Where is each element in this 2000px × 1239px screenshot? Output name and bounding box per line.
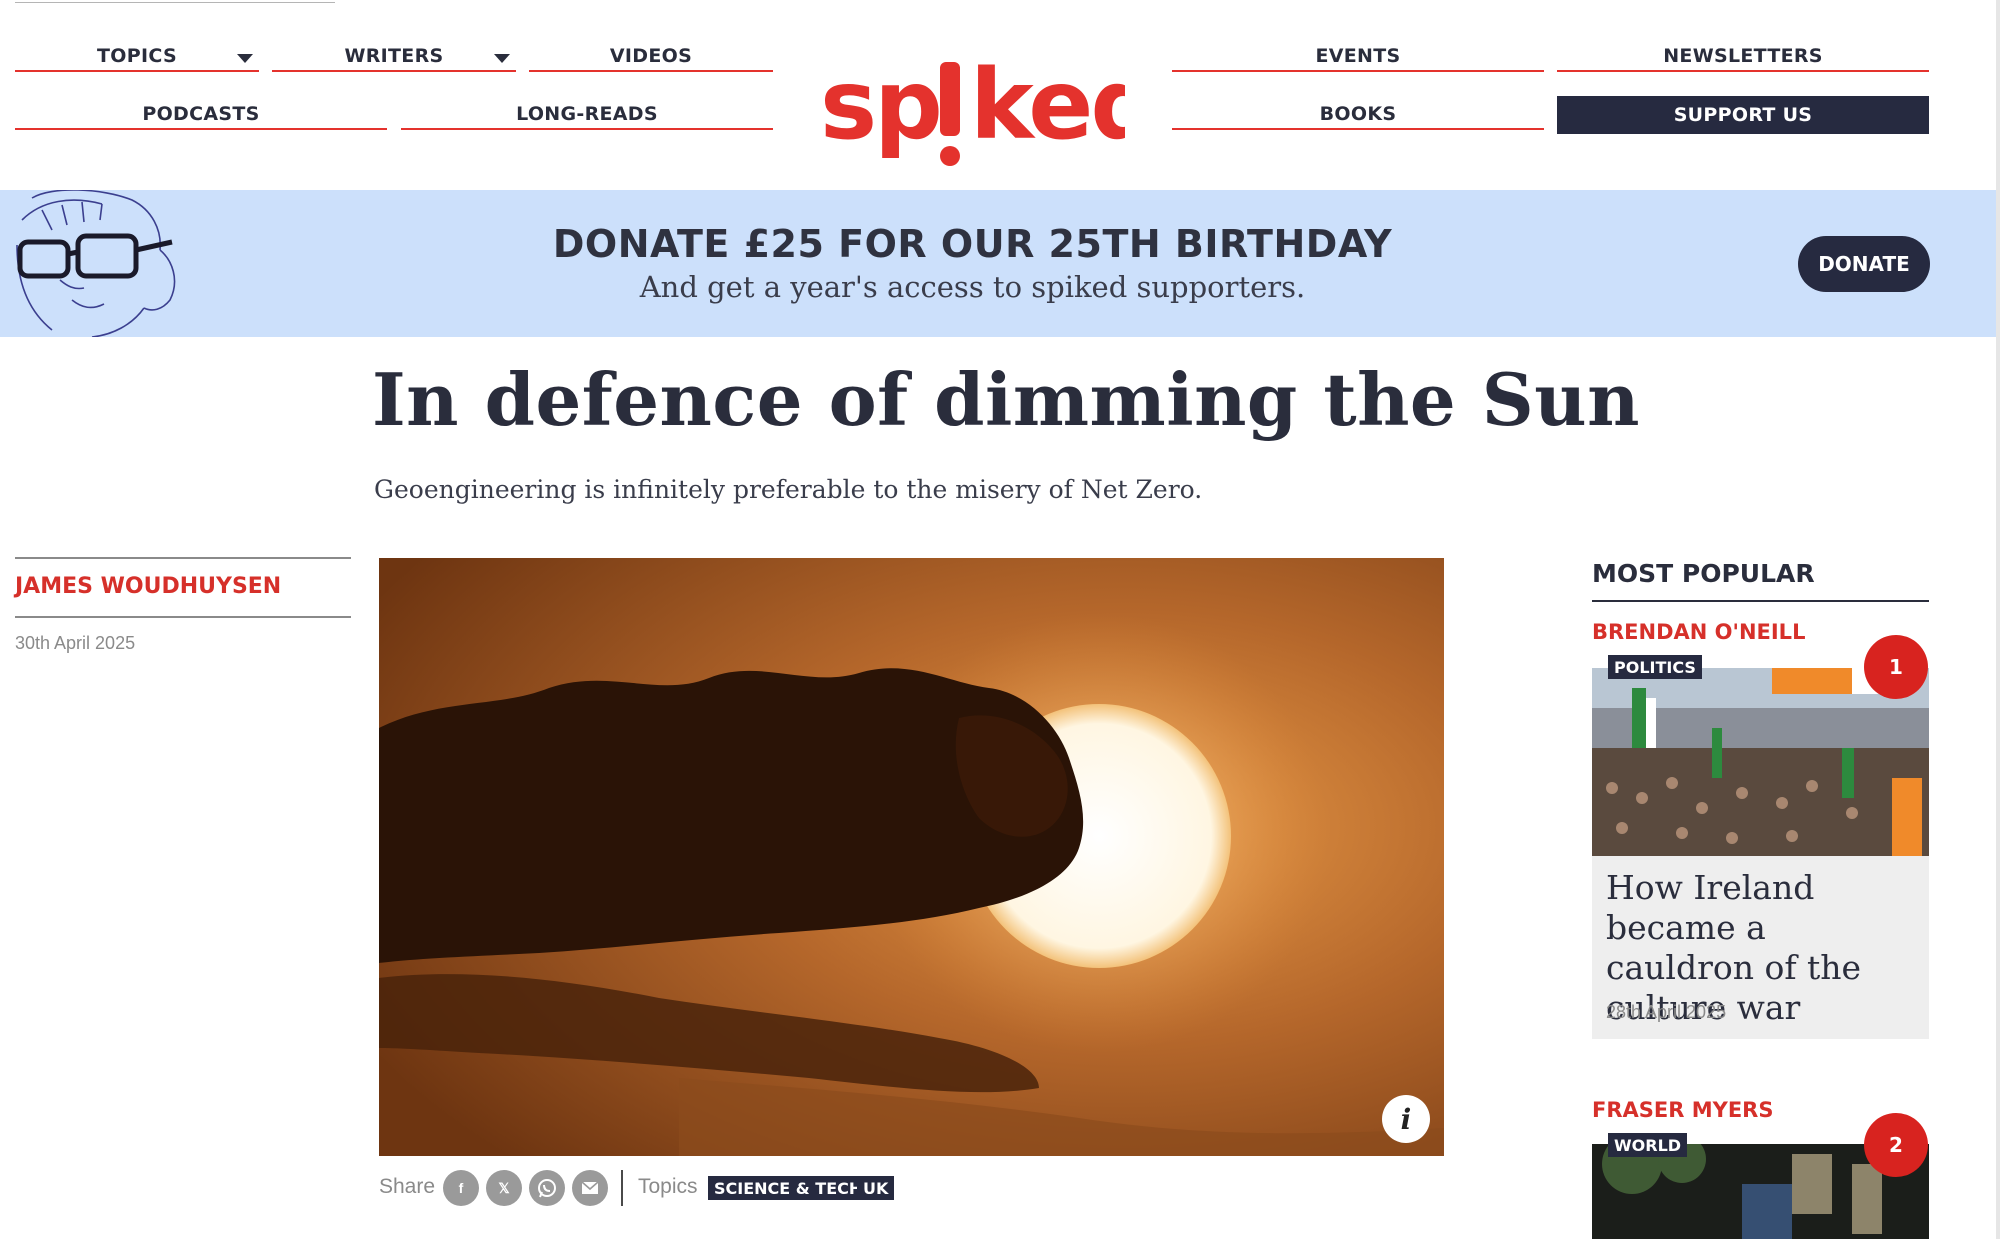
article-standfirst: Geoengineering is infinitely preferable …: [374, 475, 1203, 504]
popular-1-image-crowd[interactable]: [1592, 668, 1929, 856]
author-divider-bottom: [15, 616, 351, 618]
article-headline: In defence of dimming the Sun: [372, 357, 1640, 442]
nav-videos-label: VIDEOS: [609, 45, 693, 67]
nav-events-label: EVENTS: [1315, 45, 1401, 67]
chevron-down-icon: [494, 54, 510, 63]
whatsapp-icon[interactable]: [529, 1170, 565, 1206]
logo-text-end: ked: [970, 49, 1125, 161]
top-divider: [15, 2, 335, 3]
nav-long-reads[interactable]: LONG-READS: [401, 100, 773, 130]
logo-exclaim-bar: [940, 62, 960, 136]
banner-title: DONATE £25 FOR OUR 25TH BIRTHDAY: [552, 222, 1393, 266]
share-label: Share: [379, 1175, 436, 1198]
publish-date: 30th April 2025: [15, 633, 136, 653]
nav-books[interactable]: BOOKS: [1172, 100, 1544, 130]
popular-2-rank-badge: 2: [1864, 1113, 1928, 1177]
author-link[interactable]: JAMES WOUDHUYSEN: [15, 574, 281, 599]
popular-1-author[interactable]: BRENDAN O'NEILL: [1592, 620, 1805, 644]
most-popular-divider: [1592, 600, 1929, 602]
spiked-logo[interactable]: sp ked: [820, 48, 1125, 168]
whatsapp-glyph: [538, 1179, 556, 1198]
hero-image-sun-clouds: [379, 558, 1444, 1156]
nav-writers[interactable]: WRITERS: [272, 42, 516, 72]
x-icon[interactable]: 𝕏: [486, 1170, 522, 1206]
nav-videos[interactable]: VIDEOS: [529, 42, 773, 72]
facebook-icon[interactable]: f: [443, 1170, 479, 1206]
nav-podcasts[interactable]: PODCASTS: [15, 100, 387, 130]
nav-events[interactable]: EVENTS: [1172, 42, 1544, 72]
page-scrollbar[interactable]: [1996, 0, 2000, 1239]
nav-long-reads-label: LONG-READS: [516, 103, 658, 125]
nav-topics[interactable]: TOPICS: [15, 42, 259, 72]
popular-1-category-badge: POLITICS: [1608, 655, 1702, 679]
chevron-down-icon: [237, 54, 253, 63]
email-glyph: [581, 1181, 599, 1194]
popular-1-date: 28th April 2025: [1606, 1002, 1727, 1022]
most-popular-heading: MOST POPULAR: [1592, 559, 1815, 588]
nav-newsletters[interactable]: NEWSLETTERS: [1557, 42, 1929, 72]
nav-podcasts-label: PODCASTS: [142, 103, 260, 125]
nav-topics-label: TOPICS: [97, 45, 177, 67]
author-divider-top: [15, 557, 351, 559]
donate-button[interactable]: DONATE: [1798, 236, 1930, 292]
tag-science-tech[interactable]: SCIENCE & TECH: [708, 1176, 869, 1200]
email-icon[interactable]: [572, 1170, 608, 1206]
popular-1-rank-badge: 1: [1864, 635, 1928, 699]
support-us-label: SUPPORT US: [1673, 104, 1813, 126]
popular-1-card[interactable]: How Ireland became a cauldron of the cul…: [1592, 856, 1929, 1039]
support-us-button[interactable]: SUPPORT US: [1557, 96, 1929, 134]
image-info-icon[interactable]: i: [1382, 1095, 1430, 1143]
logo-text: sp: [820, 49, 940, 161]
popular-2-category-badge: WORLD: [1608, 1133, 1688, 1157]
share-divider: [621, 1170, 623, 1206]
logo-exclaim-dot: [940, 146, 960, 166]
nav-newsletters-label: NEWSLETTERS: [1663, 45, 1823, 67]
tag-uk[interactable]: UK: [857, 1176, 895, 1200]
nav-writers-label: WRITERS: [344, 45, 444, 67]
donate-banner: DONATE £25 FOR OUR 25TH BIRTHDAY And get…: [0, 190, 1996, 337]
topics-label: Topics: [638, 1175, 698, 1198]
popular-2-author[interactable]: FRASER MYERS: [1592, 1098, 1773, 1122]
nav-books-label: BOOKS: [1319, 103, 1397, 125]
banner-subtitle: And get a year's access to spiked suppor…: [639, 270, 1306, 304]
